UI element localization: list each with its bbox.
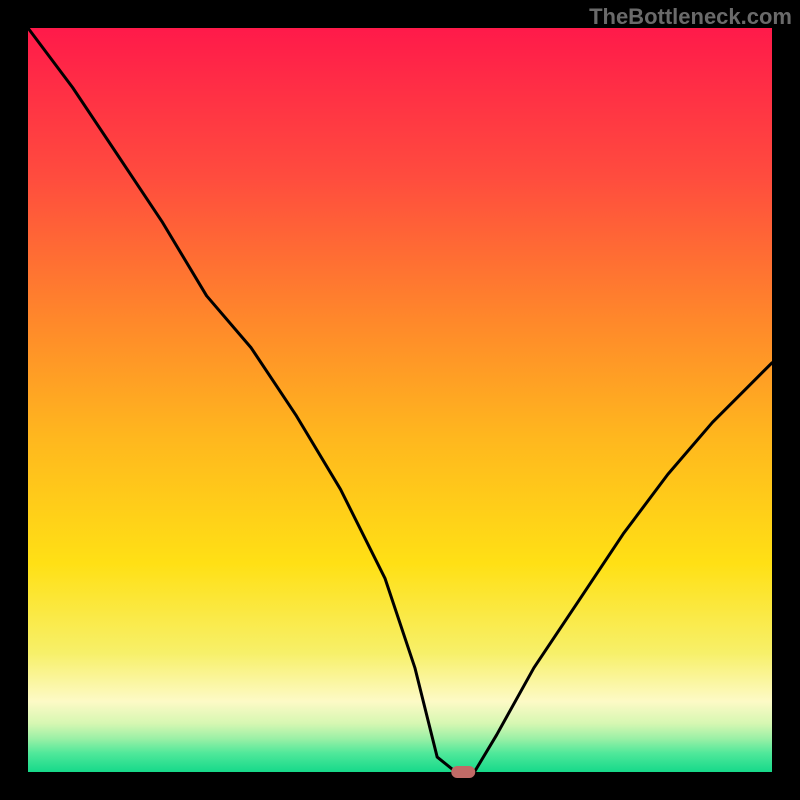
attribution-text: TheBottleneck.com [589, 4, 792, 30]
bottleneck-chart [0, 0, 800, 800]
chart-container: TheBottleneck.com [0, 0, 800, 800]
chart-background-gradient [28, 28, 772, 772]
optimal-marker [451, 766, 475, 778]
